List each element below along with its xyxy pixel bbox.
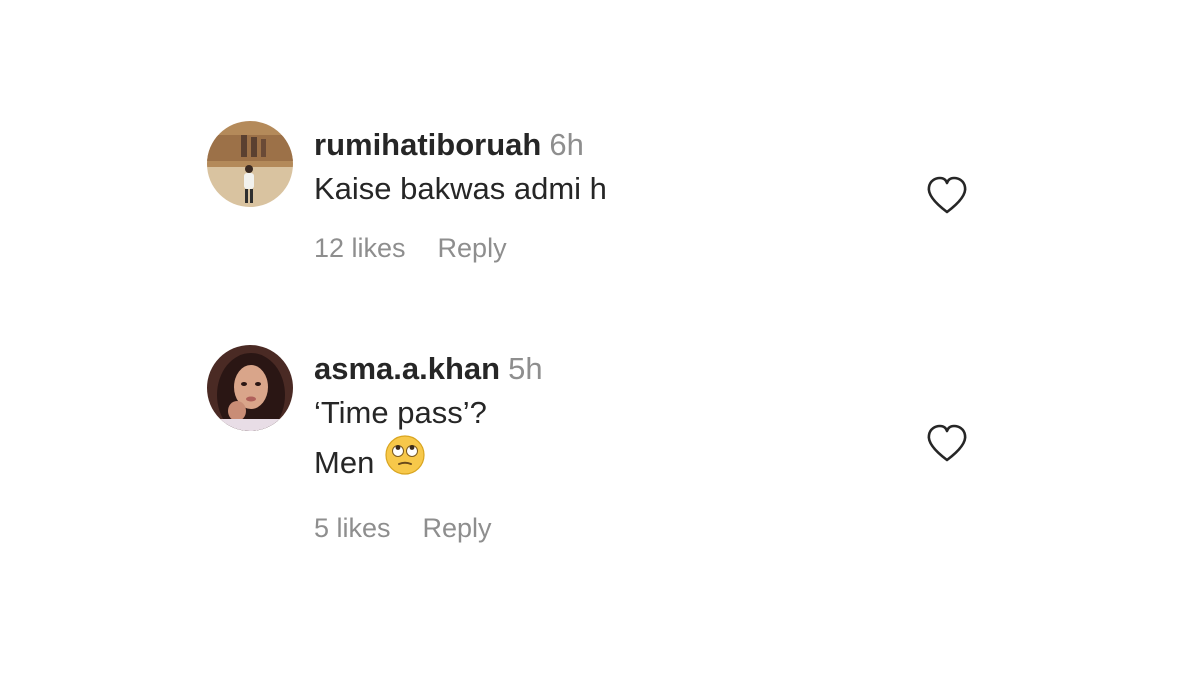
comment-body: rumihatiboruah 6h Kaise bakwas admi h 12 … xyxy=(314,125,607,264)
comment-body: asma.a.khan 5h ‘Time pass’? Men 5 likes Re… xyxy=(314,349,543,544)
likes-count[interactable]: 5 likes xyxy=(314,513,391,543)
heart-outline-icon[interactable] xyxy=(925,176,969,216)
face-with-rolling-eyes-icon xyxy=(384,434,426,490)
username[interactable]: asma.a.khan xyxy=(314,351,500,386)
comment-header: asma.a.khan 5h xyxy=(314,349,543,389)
timestamp[interactable]: 6h xyxy=(549,127,583,162)
comment-text: Men xyxy=(314,445,375,481)
avatar[interactable] xyxy=(207,121,293,207)
comment-text: Kaise bakwas admi h xyxy=(314,171,607,206)
heart-outline-icon[interactable] xyxy=(925,424,969,464)
username[interactable]: rumihatiboruah xyxy=(314,127,541,162)
comment-actions: 12 likes Reply xyxy=(314,233,607,264)
reply-button[interactable]: Reply xyxy=(423,513,492,543)
timestamp[interactable]: 5h xyxy=(508,351,542,386)
comment-text: ‘Time pass’? xyxy=(314,395,487,430)
comment-text-line: Men xyxy=(314,434,543,493)
likes-count[interactable]: 12 likes xyxy=(314,233,406,263)
reply-button[interactable]: Reply xyxy=(438,233,507,263)
avatar[interactable] xyxy=(207,345,293,431)
comment-actions: 5 likes Reply xyxy=(314,513,543,544)
comment-header: rumihatiboruah 6h xyxy=(314,125,607,165)
